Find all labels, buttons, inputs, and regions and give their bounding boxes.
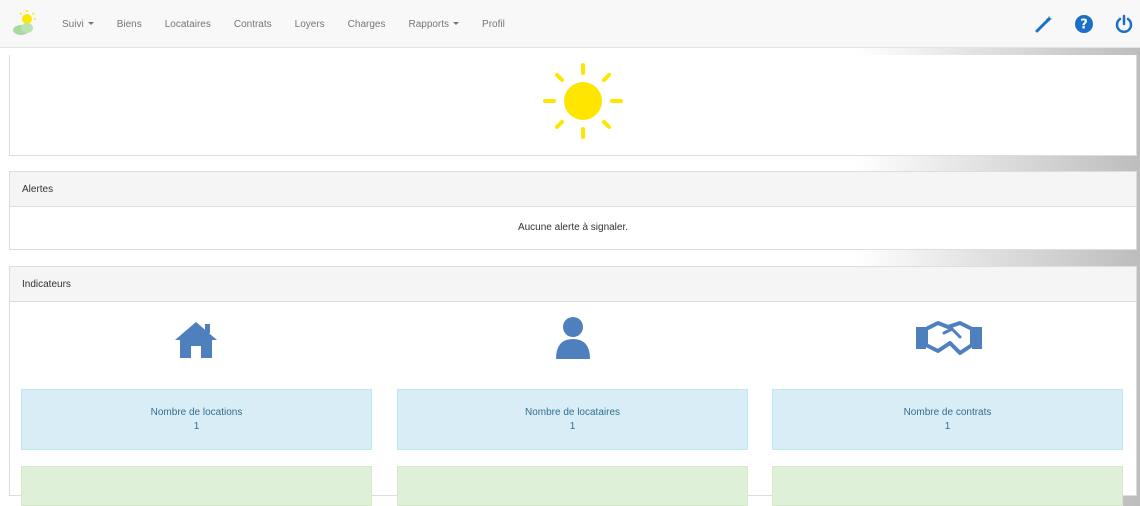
indicator-card-secondary — [397, 466, 748, 506]
nav-item-label: Loyers — [294, 18, 325, 30]
caret-down-icon — [87, 22, 94, 26]
caret-down-icon — [453, 22, 460, 26]
nav-item-rapports[interactable]: Rapports — [408, 18, 460, 30]
contracts-count-label: Nombre de contrats — [903, 407, 992, 418]
locations-count-value: 1 — [193, 421, 200, 432]
nav-item-contrats[interactable]: Contrats — [234, 19, 272, 30]
help-icon[interactable]: ? — [1074, 14, 1094, 34]
nav-item-biens[interactable]: Biens — [117, 19, 142, 30]
indicator-card-secondary — [21, 466, 372, 506]
alerts-panel: Alertes Aucune alerte à signaler. — [9, 171, 1137, 250]
weather-panel — [9, 55, 1137, 156]
indicators-panel: Indicateurs Nombre de locations 1 Nombre… — [9, 266, 1137, 506]
nav-item-label: Contrats — [233, 18, 272, 30]
nav-item-label: Biens — [116, 18, 142, 30]
tenants-count-value: 1 — [569, 421, 576, 432]
nav-item-loyers[interactable]: Loyers — [295, 19, 325, 30]
top-navbar: Suivi Biens Locataires Contrats Loyers Charge… — [0, 0, 1140, 48]
locations-count-label: Nombre de locations — [150, 407, 243, 418]
nav-item-profil[interactable]: Profil — [482, 19, 505, 30]
app-logo-icon[interactable] — [10, 8, 40, 38]
contracts-count-card: Nombre de contrats 1 — [772, 389, 1123, 450]
indicator-card-secondary — [772, 466, 1123, 506]
sun-icon — [540, 61, 626, 150]
contracts-count-value: 1 — [944, 421, 951, 432]
nav-item-label: Profil — [482, 18, 505, 30]
nav-item-label: Locataires — [164, 18, 211, 30]
tenants-count-card: Nombre de locataires 1 — [397, 389, 748, 450]
magic-wand-icon[interactable] — [1034, 14, 1054, 34]
alerts-title: Alertes — [10, 172, 1136, 207]
power-icon[interactable] — [1114, 14, 1134, 34]
locations-count-card: Nombre de locations 1 — [21, 389, 372, 450]
svg-text:?: ? — [1080, 18, 1088, 33]
house-icon — [173, 320, 219, 363]
nav-item-label: Charges — [347, 18, 386, 30]
nav-item-charges[interactable]: Charges — [348, 19, 386, 30]
nav-item-locataires[interactable]: Locataires — [165, 19, 211, 30]
alerts-message: Aucune alerte à signaler. — [517, 222, 629, 233]
nav-item-suivi[interactable]: Suivi — [62, 19, 94, 30]
tenants-count-label: Nombre de locataires — [524, 407, 621, 418]
handshake-icon — [914, 317, 984, 360]
indicators-title: Indicateurs — [10, 267, 1136, 302]
nav-item-label: Rapports — [408, 18, 450, 30]
nav-item-label: Suivi — [62, 18, 84, 30]
user-icon — [553, 315, 593, 364]
